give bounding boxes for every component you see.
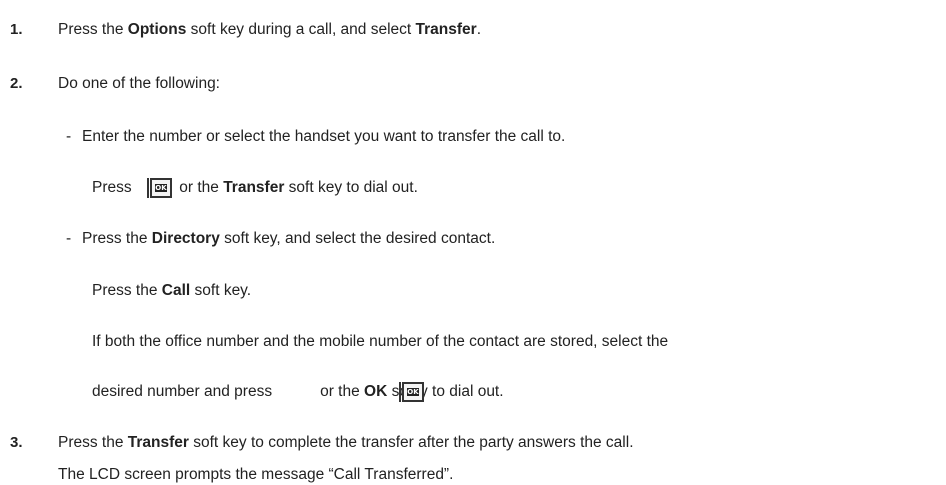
step-number: 2. xyxy=(10,75,23,92)
bullet: - xyxy=(66,128,72,145)
transfer-softkey-label: Transfer xyxy=(223,179,285,197)
step-3-text: Press the Transfer soft key to complete … xyxy=(58,434,634,451)
option-2-subtext-call: Press the Call soft key. xyxy=(92,282,252,299)
option-1-subtext: Press OK or the Transfer soft key to dia… xyxy=(92,178,418,198)
option-1-text: Enter the number or select the handset y… xyxy=(82,128,566,145)
call-softkey-label: Call xyxy=(161,282,191,299)
step-number: 1. xyxy=(10,21,23,38)
ok-key-icon: OK xyxy=(398,382,424,402)
step-3-note: The LCD screen prompts the message “Call… xyxy=(58,466,454,483)
transfer-softkey-label: Transfer xyxy=(127,434,189,451)
option-2-subtext-stored: If both the office number and the mobile… xyxy=(92,333,669,350)
options-softkey-label: Options xyxy=(127,21,187,38)
step-number: 3. xyxy=(10,434,23,451)
option-2-subtext-dial: desired number and press or the OK so OK y … xyxy=(92,382,504,402)
ok-softkey-label: OK xyxy=(364,383,388,401)
directory-softkey-label: Directory xyxy=(151,230,220,247)
step-1-text: Press the Options soft key during a call… xyxy=(58,21,482,38)
step-2-text: Do one of the following: xyxy=(58,75,220,92)
bullet: - xyxy=(66,230,72,247)
option-2-text: Press the Directory soft key, and select… xyxy=(82,230,496,247)
transfer-label: Transfer xyxy=(415,21,477,38)
ok-key-icon: OK xyxy=(146,178,172,198)
